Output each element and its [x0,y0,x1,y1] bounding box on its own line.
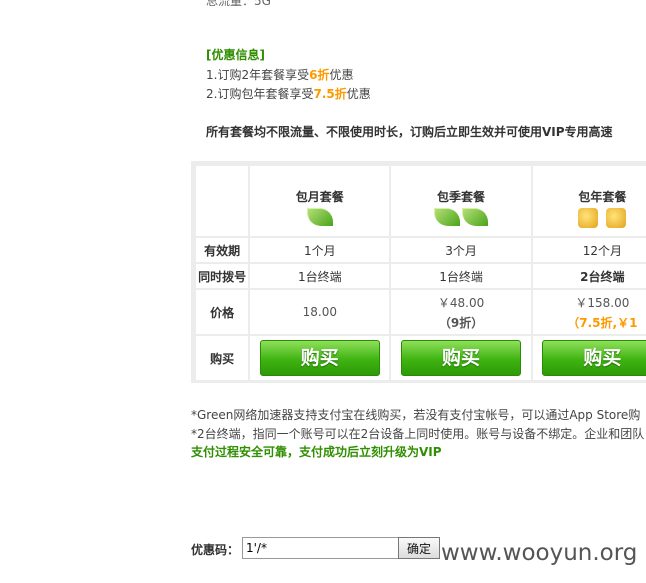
price-quarterly-value: ￥48.00 [437,295,485,310]
price-row: 价格 18.00 ￥48.00 （9折） ￥158.00 （7.5折,￥1 [196,290,646,334]
row-label-period: 有效期 [196,238,249,262]
devices-quarterly: 1台终端 [391,264,531,288]
note-devices: *2台终端，指同一个账号可以在2台设备上同时使用。账号与设备不绑定。企业和团队 [191,427,645,441]
period-row: 有效期 1个月 3个月 12个月 [196,238,646,262]
plans-table-container: 包月套餐 包季套餐 包年套餐 有效期 1个月 3个月 12个月 同时拨号 1台终… [191,161,646,383]
period-quarterly: 3个月 [391,238,531,262]
price-quarterly: ￥48.00 （9折） [391,290,531,334]
row-label-devices: 同时拨号 [196,264,249,288]
leaf-icon [462,208,489,226]
watermark-text: www.wooyun.org [441,540,638,566]
coupon-label: 优惠码： [191,543,240,557]
promo-line-2-highlight: 7.5折 [313,87,347,101]
coupon-input[interactable] [242,537,400,559]
promo-line-2-post: 优惠 [346,87,371,101]
devices-row: 同时拨号 1台终端 1台终端 2台终端 [196,264,646,288]
promo-line-1: 1.订购2年套餐享受6折优惠 [206,66,353,83]
promo-line-2: 2.订购包年套餐享受7.5折优惠 [206,85,371,102]
period-monthly: 1个月 [250,238,390,262]
plan-name-quarterly: 包季套餐 [437,190,486,204]
plans-table: 包月套餐 包季套餐 包年套餐 有效期 1个月 3个月 12个月 同时拨号 1台终… [194,164,646,382]
buy-cell-yearly: 购买 [532,336,646,380]
buy-row: 购买 购买 购买 购买 [196,336,646,380]
promo-line-1-highlight: 6折 [309,68,330,82]
row-label-price: 价格 [196,290,249,334]
price-yearly: ￥158.00 （7.5折,￥1 [532,290,646,334]
buy-cell-monthly: 购买 [250,336,390,380]
buy-monthly-button[interactable]: 购买 [259,340,380,376]
note-payment: *Green网络加速器支持支付宝在线购买，若没有支付宝帐号，可以通过App St… [191,408,641,422]
price-monthly-value: 18.00 [302,305,337,319]
thumbs-up-icon [578,208,599,228]
plan-header-row: 包月套餐 包季套餐 包年套餐 [196,166,646,236]
plan-header-yearly: 包年套餐 [532,166,646,236]
period-yearly: 12个月 [532,238,646,262]
promo-line-1-pre: 1.订购2年套餐享受 [206,68,310,82]
price-quarterly-discount: （9折） [438,315,484,330]
thumbs-up-icon [606,208,627,228]
all-plans-note: 所有套餐均不限流量、不限使用时长，订购后立即生效并可使用VIP专用高速 [206,125,613,139]
total-traffic-text: 总流量：5G [206,0,271,8]
plan-header-quarterly: 包季套餐 [391,166,531,236]
devices-monthly: 1台终端 [250,264,390,288]
price-yearly-value: ￥158.00 [575,295,630,310]
plan-header-monthly: 包月套餐 [250,166,390,236]
devices-yearly: 2台终端 [532,264,646,288]
plan-name-monthly: 包月套餐 [295,190,344,204]
plan-name-yearly: 包年套餐 [578,190,627,204]
buy-yearly-button[interactable]: 购买 [542,340,646,376]
promo-line-2-pre: 2.订购包年套餐享受 [206,87,314,101]
leaf-icon [306,208,333,226]
row-label-buy: 购买 [196,336,249,380]
promo-line-1-post: 优惠 [329,68,354,82]
confirm-button[interactable]: 确定 [398,537,440,559]
corner-cell [196,166,249,236]
price-monthly: 18.00 [250,290,390,334]
buy-cell-quarterly: 购买 [391,336,531,380]
note-secure-payment: 支付过程安全可靠，支付成功后立刻升级为VIP [191,445,442,459]
leaf-icon [434,208,461,226]
promo-title: [优惠信息] [206,48,265,62]
price-yearly-discount: （7.5折,￥1 [567,315,638,330]
buy-quarterly-button[interactable]: 购买 [401,340,522,376]
